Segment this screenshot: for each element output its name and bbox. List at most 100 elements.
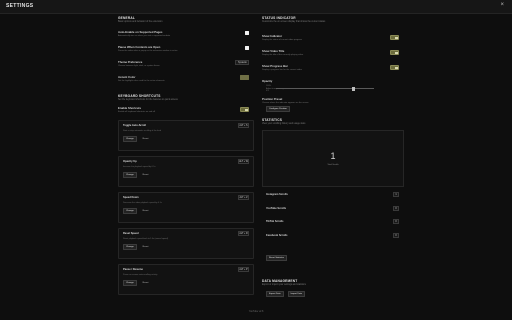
shortcut-label: Reset Speed <box>123 232 139 235</box>
auto-enable-desc: Automatically turn on when you visit a s… <box>118 35 171 37</box>
opacity-max: 0% <box>266 90 269 93</box>
shortcut-key[interactable]: ALT + R <box>238 231 249 236</box>
enable-shortcuts-row: Enable Shortcuts Enable all keyboard sho… <box>118 106 254 115</box>
stats-list: Instagram Scrolls 1 YouTube Scrolls 0 TikT… <box>262 189 404 243</box>
shortcut-card: Pause / Resume Pause or resume auto-scro… <box>118 264 254 295</box>
shortcut-label: Speed Down <box>123 196 139 199</box>
show-indicator-toggle[interactable] <box>390 35 399 40</box>
change-button[interactable]: Change <box>123 136 137 142</box>
change-button[interactable]: Change <box>123 208 137 214</box>
shortcut-card: Opacity Up Increase the playback speed b… <box>118 156 254 187</box>
reset-statistics-button[interactable]: Reset Statistics <box>266 255 288 261</box>
general-section: GENERAL Basic options and behavior of th… <box>118 16 254 84</box>
section-desc: Set the keyboard shortcuts for the featu… <box>118 99 178 101</box>
stat-label: Instagram Scrolls <box>266 193 288 196</box>
status-section: STATUS INDICATOR Customize the on-screen… <box>262 16 404 113</box>
change-button[interactable]: Change <box>123 172 137 178</box>
change-button[interactable]: Change <box>123 280 137 286</box>
enable-shortcuts-toggle[interactable] <box>240 107 249 112</box>
shortcut-card: Reset Speed Reset playback speed back to… <box>118 228 254 259</box>
show-progress-label: Show Progress Bar <box>262 64 288 68</box>
section-desc: Basic options and behavior of the extens… <box>118 21 163 23</box>
slider-knob[interactable] <box>352 86 356 91</box>
opacity-row: Opacity 100% Adjust transparency 0% <box>262 79 404 95</box>
show-progress-row: Show Progress Bar Display a progress bar… <box>262 64 404 73</box>
section-desc: View your scrolling history and usage st… <box>262 123 306 125</box>
section-desc: Customize the on-screen display that sho… <box>262 21 326 23</box>
import-data-button[interactable]: Import Data <box>287 291 305 297</box>
opacity-label: Opacity <box>262 79 273 83</box>
statistics-section: STATISTICS View your scrolling history a… <box>262 118 404 263</box>
theme-row: Theme Preference Choose between light, d… <box>118 60 254 69</box>
show-indicator-row: Show Indicator Display the status of cur… <box>262 34 404 43</box>
show-progress-toggle[interactable] <box>390 65 399 70</box>
section-desc: Export or import your settings and stati… <box>262 284 306 286</box>
shortcuts-section: KEYBOARD SHORTCUTS Set the keyboard shor… <box>118 94 254 295</box>
shortcut-desc: Increase the playback speed by 0.1x <box>123 165 156 168</box>
pause-label: Pause When Contexts are Open <box>118 45 161 49</box>
accent-color-swatch[interactable] <box>240 75 249 80</box>
stat-row: Facebook Scrolls 0 <box>262 230 404 244</box>
show-title-toggle[interactable] <box>390 50 399 55</box>
stat-label: YouTube Scrolls <box>266 206 287 210</box>
stat-row: Instagram Scrolls 1 <box>262 189 404 203</box>
show-indicator-desc: Display the status of current video prog… <box>262 39 302 41</box>
shortcut-key[interactable]: ALT + P <box>238 267 249 272</box>
shortcut-key[interactable]: ALT + W <box>238 159 249 164</box>
position-desc: Choose where the indicator appears on th… <box>262 102 309 104</box>
theme-select[interactable]: System ▾ <box>235 60 249 65</box>
section-title: STATISTICS <box>262 118 283 122</box>
top-bar: SETTINGS × <box>0 0 512 14</box>
shortcut-card: Speed Down Decrease the video playback s… <box>118 192 254 223</box>
shortcut-desc: Reset playback speed back to 1.0x (norma… <box>123 237 169 240</box>
pause-checkbox[interactable] <box>245 46 249 50</box>
shortcut-key[interactable]: ALT + S <box>238 123 249 128</box>
auto-enable-row: Auto-Enable on Supported Pages Automatic… <box>118 30 254 39</box>
shortcut-card: Toggle Auto-Scroll Start or stop automat… <box>118 120 254 151</box>
change-button[interactable]: Change <box>123 244 137 250</box>
reset-button[interactable]: Reset <box>140 208 152 214</box>
footer-version: YouTube v2.8 <box>248 310 264 313</box>
reset-button[interactable]: Reset <box>140 244 152 250</box>
chevron-down-icon: ▾ <box>245 62 247 64</box>
opacity-slider[interactable] <box>276 86 374 91</box>
export-data-button[interactable]: Export Data <box>266 291 284 297</box>
accent-row: Accent Color Set the highlight color use… <box>118 75 254 84</box>
pause-desc: Pause the video when a popup or the exte… <box>118 50 178 52</box>
show-title-label: Show Video Title <box>262 49 285 53</box>
shortcut-desc: Decrease the video playback speed by 0.1… <box>123 201 162 204</box>
stat-label: TikTok Scrolls <box>266 220 284 223</box>
section-title: DATA MANAGEMENT <box>262 279 298 283</box>
page-title: SETTINGS <box>6 3 34 9</box>
enable-shortcuts-label: Enable Shortcuts <box>118 106 142 110</box>
section-title: KEYBOARD SHORTCUTS <box>118 94 161 98</box>
reset-button[interactable]: Reset <box>140 172 152 178</box>
position-label: Position Preset <box>262 97 283 101</box>
pause-row: Pause When Contexts are Open Pause the v… <box>118 45 254 54</box>
show-title-row: Show Video Title Display the title of th… <box>262 49 404 58</box>
stat-value: 0 <box>393 232 399 238</box>
theme-label: Theme Preference <box>118 60 143 64</box>
total-scrolls-card: 1 Total Scrolls <box>262 130 404 187</box>
right-column: STATUS INDICATOR Customize the on-screen… <box>262 16 404 297</box>
total-scrolls-caption: Total Scrolls <box>327 164 339 166</box>
total-scrolls-value: 1 <box>330 151 336 161</box>
position-row: Position Preset Choose where the indicat… <box>262 97 404 113</box>
section-title: STATUS INDICATOR <box>262 16 296 20</box>
theme-desc: Choose between light, dark, or system th… <box>118 65 160 67</box>
reset-button[interactable]: Reset <box>140 136 152 142</box>
enable-shortcuts-desc: Enable all keyboard shortcuts on and off <box>118 111 156 113</box>
reset-button[interactable]: Reset <box>140 280 152 286</box>
stat-value: 0 <box>393 205 399 211</box>
accent-desc: Set the highlight color used for the act… <box>118 80 165 82</box>
show-title-desc: Display the title of the currently playi… <box>262 54 304 56</box>
shortcut-label: Toggle Auto-Scroll <box>123 124 146 127</box>
shortcut-key[interactable]: ALT + Z <box>238 195 249 200</box>
auto-enable-label: Auto-Enable on Supported Pages <box>118 30 163 34</box>
configure-position-button[interactable]: Configure Position <box>266 106 290 112</box>
close-icon[interactable]: × <box>500 2 504 8</box>
auto-enable-checkbox[interactable] <box>245 31 249 35</box>
show-indicator-label: Show Indicator <box>262 34 283 38</box>
shortcut-label: Pause / Resume <box>123 268 143 271</box>
stat-value: 1 <box>393 192 399 197</box>
